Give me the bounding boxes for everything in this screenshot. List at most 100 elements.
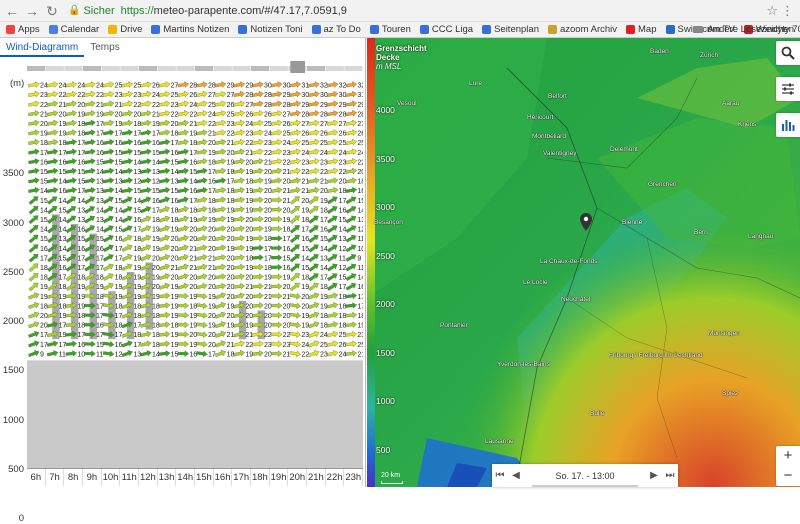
wind-speed-label: 19 [152, 275, 160, 282]
wind-speed-label: 10 [77, 351, 85, 358]
bookmark-item[interactable]: Map [626, 24, 657, 35]
legend-label: 500 [376, 444, 391, 455]
wind-speed-label: 17 [227, 179, 235, 186]
legend-title-line-1: Grenzschicht [376, 44, 427, 53]
wind-speed-label: 20 [189, 227, 197, 234]
wind-speed-label: 17 [189, 198, 197, 205]
skip-end-icon[interactable]: ⏭ [662, 470, 678, 481]
wind-speed-label: 19 [133, 265, 141, 272]
wind-speed-label: 13 [59, 236, 67, 243]
time-label[interactable]: So. 17. - 13:00 [524, 471, 646, 487]
chart-button[interactable] [776, 113, 800, 137]
wind-speed-label: 17 [133, 342, 141, 349]
wind-speed-label: 14 [133, 198, 141, 205]
bookmark-item[interactable]: Martins Notizen [151, 24, 229, 35]
wind-speed-label: 18 [208, 207, 216, 214]
search-button[interactable] [776, 41, 800, 65]
cloud-cover-cell [232, 66, 251, 71]
wind-speed-label: 18 [59, 303, 67, 310]
bookmark-item[interactable]: Notizen Toni [238, 24, 303, 35]
wind-speed-label: 23 [115, 92, 123, 99]
wind-speed-label: 12 [152, 179, 160, 186]
wind-speed-label: 18 [320, 313, 328, 320]
bookmark-item[interactable]: CCC Liga [419, 24, 473, 35]
place-label: Neuchâtel [561, 296, 591, 303]
wind-speed-label: 18 [77, 323, 85, 330]
wind-speed-label: 18 [189, 140, 197, 147]
back-icon[interactable]: ← [4, 3, 20, 19]
wind-speed-label: 22 [264, 332, 272, 339]
wind-speed-label: 19 [171, 303, 179, 310]
wind-speed-label: 18 [152, 217, 160, 224]
tab-bar: Wind-Diagramm Temps [0, 41, 126, 57]
wind-speed-label: 22 [171, 111, 179, 118]
wind-speed-label: 18 [77, 275, 85, 282]
wind-speed-label: 20 [189, 275, 197, 282]
wind-speed-label: 19 [208, 323, 216, 330]
bookmark-icon [419, 25, 429, 34]
wind-speed-label: 22 [189, 111, 197, 118]
zoom-in-button[interactable]: + [776, 446, 800, 466]
bookmark-item[interactable]: azoom Archiv [547, 24, 617, 35]
wind-speed-label: 13 [339, 236, 347, 243]
wind-speed-label: 17 [283, 236, 291, 243]
tab-wind-diagram[interactable]: Wind-Diagramm [0, 41, 85, 57]
wind-speed-label: 19 [208, 303, 216, 310]
bookmark-star-icon[interactable]: ☆ [766, 3, 778, 19]
bookmark-item[interactable]: Touren [369, 24, 411, 35]
wind-speed-label: 22 [320, 169, 328, 176]
location-pin-icon[interactable] [580, 213, 592, 231]
reload-icon[interactable]: ↻ [44, 3, 60, 19]
tab-temps[interactable]: Temps [84, 41, 125, 57]
forward-icon[interactable]: → [24, 3, 40, 19]
wind-speed-label: 21 [283, 351, 291, 358]
bookmark-item[interactable]: Apps [6, 24, 40, 35]
wind-speed-label: 18 [115, 275, 123, 282]
wind-speed-label: 19 [320, 303, 328, 310]
wind-diagram-panel: Wind-Diagramm Temps (m) 3500 3000 2500 2000… [0, 38, 366, 524]
wind-speed-label: 29 [320, 102, 328, 109]
wind-speed-label: 14 [59, 246, 67, 253]
skip-start-icon[interactable]: ⏮ [492, 470, 508, 481]
cloud-cover-cell [325, 66, 344, 71]
wind-speed-label: 15 [301, 246, 309, 253]
bookmark-item[interactable]: az To Do [311, 24, 361, 35]
cloud-cover-cell [213, 66, 232, 71]
zoom-out-button[interactable]: − [776, 466, 800, 486]
wind-speed-label: 13 [171, 179, 179, 186]
wind-speed-label: 14 [152, 159, 160, 166]
step-back-icon[interactable]: ◀ [508, 470, 524, 481]
wind-speed-label: 19 [171, 313, 179, 320]
wind-speed-label: 19 [152, 121, 160, 128]
wind-speed-label: 19 [171, 294, 179, 301]
altitude-label: 1500 [2, 365, 24, 377]
bookmark-item[interactable]: Drive [108, 24, 142, 35]
settings-button[interactable] [776, 77, 800, 101]
wind-speed-label: 15 [115, 227, 123, 234]
time-slider-track[interactable] [532, 484, 638, 487]
wind-speed-label: 25 [283, 131, 291, 138]
bookmark-item[interactable]: Seitenplan [482, 24, 539, 35]
legend-label: 3000 [376, 202, 395, 212]
wind-speed-label: 19 [189, 342, 197, 349]
place-label: Lausanne [485, 438, 514, 445]
map-scale-bar [381, 481, 403, 484]
altitude-label: 2500 [2, 266, 24, 278]
wind-speed-label: 15 [339, 217, 347, 224]
wind-speed-label: 23 [133, 92, 141, 99]
other-bookmarks-button[interactable]: Andere Lesezeichen [693, 24, 794, 35]
wind-speed-label: 22 [96, 92, 104, 99]
bookmark-item[interactable]: Calendar [48, 24, 99, 35]
menu-icon[interactable]: ⋮ [781, 3, 794, 19]
step-forward-icon[interactable]: ▶ [646, 470, 662, 481]
wind-speed-label: 28 [283, 102, 291, 109]
wind-speed-label: 18 [339, 303, 347, 310]
hour-label: 10h [102, 469, 121, 486]
url-field[interactable]: 🔒 Sicher https:// meteo-parapente.com/#/… [68, 3, 788, 19]
wind-speed-label: 17 [59, 150, 67, 157]
legend-unit: m MSL [376, 62, 402, 71]
bookmark-icon [151, 25, 161, 34]
wind-speed-label: 25 [357, 342, 363, 349]
wind-speed-label: 20 [208, 227, 216, 234]
wind-speed-label: 20 [152, 284, 160, 291]
